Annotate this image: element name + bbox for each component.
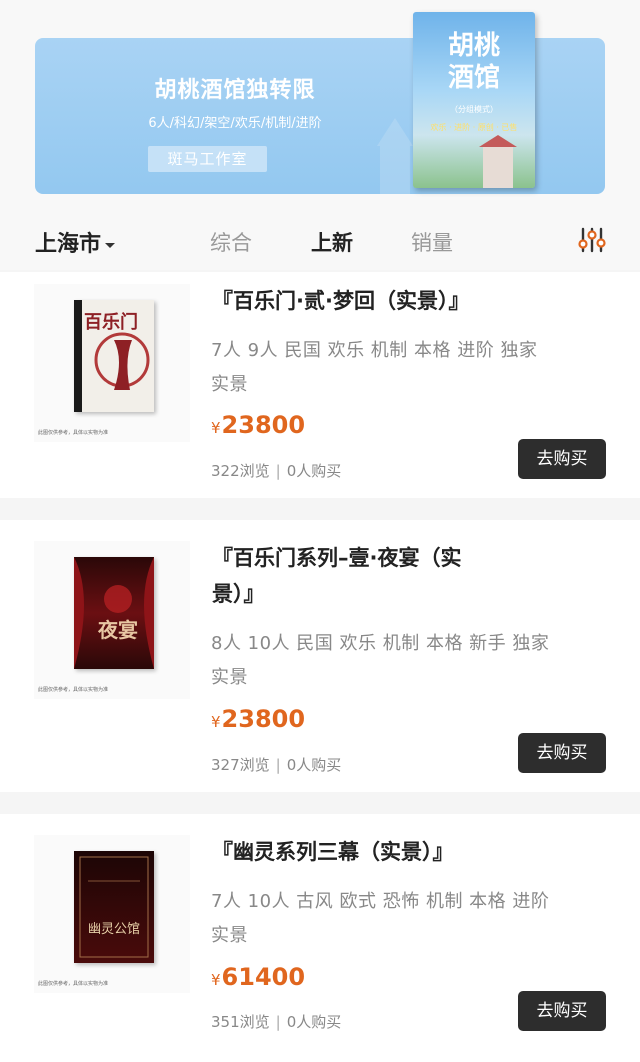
thumbnail-note: 此图仅供参考，具体以实物为准 [38, 981, 109, 987]
price-value: 23800 [221, 705, 306, 733]
thumbnail-note: 此图仅供参考，具体以实物为准 [38, 687, 109, 693]
product-title[interactable]: 『幽灵系列三幕（实景）』 [212, 834, 512, 870]
product-tags: 8人 10人 民国 欢乐 机制 本格 新手 独家 实景 [211, 633, 550, 688]
product-stats: 322浏览 | 0人购买 [211, 460, 341, 481]
house-illustration-icon [479, 135, 517, 188]
view-count: 351浏览 [211, 1013, 270, 1031]
stats-divider: | [275, 462, 281, 480]
product-title[interactable]: 『百乐门系列–壹·夜宴（实景）』 [212, 540, 502, 612]
product-card[interactable]: 夜宴 此图仅供参考，具体以实物为准 『百乐门系列–壹·夜宴（实景）』 8人 10… [0, 520, 640, 792]
city-label: 上海市 [35, 232, 102, 257]
banner-area: 胡桃酒馆独转限 6人/科幻/架空/欢乐/机制/进阶 斑马工作室 胡桃 酒馆 （分… [0, 0, 640, 210]
tab-new[interactable]: 上新 [311, 227, 353, 257]
product-box-image: 幽灵公馆 [74, 851, 154, 963]
buy-button[interactable]: 去购买 [518, 439, 606, 479]
product-price: ¥23800 [211, 411, 305, 439]
thumbnail-note: 此图仅供参考，具体以实物为准 [38, 430, 109, 436]
product-stats: 327浏览 | 0人购买 [211, 754, 341, 775]
product-stats: 351浏览 | 0人购买 [211, 1011, 341, 1032]
buyer-count: 0人购买 [286, 756, 342, 774]
tab-sales[interactable]: 销量 [411, 227, 453, 257]
deco-pattern-icon: 百乐门 [84, 311, 150, 390]
currency-symbol: ¥ [211, 713, 221, 731]
banner-studio-badge: 斑马工作室 [148, 146, 267, 172]
currency-symbol: ¥ [211, 419, 221, 437]
banner-title: 胡桃酒馆独转限 [154, 77, 316, 103]
stats-divider: | [275, 1013, 281, 1031]
product-card[interactable]: 百乐门 此图仅供参考，具体以实物为准 『百乐门·贰·梦回（实景）』 7人 9人 … [0, 272, 640, 498]
filter-bar: 上海市 综合 上新 销量 [0, 210, 640, 270]
book-cover-title: 胡桃 酒馆 [413, 30, 535, 94]
book-cover-subtitle: （分组模式） [450, 105, 498, 114]
deco-pattern-icon: 夜宴 [74, 557, 154, 669]
filter-sliders-icon[interactable] [578, 226, 606, 254]
page: 胡桃酒馆独转限 6人/科幻/架空/欢乐/机制/进阶 斑马工作室 胡桃 酒馆 （分… [0, 0, 640, 1062]
product-tags: 7人 9人 民国 欢乐 机制 本格 进阶 独家 实景 [211, 340, 538, 395]
box-title-text: 百乐门 [84, 311, 138, 333]
product-card[interactable]: 幽灵公馆 此图仅供参考，具体以实物为准 『幽灵系列三幕（实景）』 7人 10人 … [0, 814, 640, 1062]
product-tags: 7人 10人 古风 欧式 恐怖 机制 本格 进阶 实景 [211, 891, 550, 946]
banner-subtitle: 6人/科幻/架空/欢乐/机制/进阶 [148, 116, 322, 131]
box-title-text: 夜宴 [97, 618, 138, 642]
caret-down-icon [105, 242, 116, 248]
product-price: ¥23800 [211, 705, 305, 733]
city-selector[interactable]: 上海市 [35, 226, 116, 258]
product-title[interactable]: 『百乐门·贰·梦回（实景）』 [212, 283, 512, 319]
product-thumbnail[interactable]: 夜宴 此图仅供参考，具体以实物为准 [34, 541, 190, 699]
product-thumbnail[interactable]: 百乐门 此图仅供参考，具体以实物为准 [34, 284, 190, 442]
buyer-count: 0人购买 [286, 1013, 342, 1031]
book-title-line2: 酒馆 [447, 63, 500, 93]
box-title-text: 幽灵公馆 [88, 922, 140, 937]
book-title-line1: 胡桃 [447, 31, 500, 61]
product-thumbnail[interactable]: 幽灵公馆 此图仅供参考，具体以实物为准 [34, 835, 190, 993]
view-count: 327浏览 [211, 756, 270, 774]
currency-symbol: ¥ [211, 971, 221, 989]
buy-button[interactable]: 去购买 [518, 733, 606, 773]
product-box-image: 夜宴 [74, 557, 154, 669]
product-box-image: 百乐门 [74, 300, 154, 412]
product-price: ¥61400 [211, 963, 305, 991]
price-value: 61400 [221, 963, 306, 991]
stats-divider: | [275, 756, 281, 774]
price-value: 23800 [221, 411, 306, 439]
buyer-count: 0人购买 [286, 462, 342, 480]
deco-pattern-icon: 幽灵公馆 [79, 856, 149, 958]
buy-button[interactable]: 去购买 [518, 991, 606, 1031]
book-cover-tags: 欢乐 · 进阶 · 原创 · 已售 [430, 123, 518, 132]
view-count: 322浏览 [211, 462, 270, 480]
tab-comprehensive[interactable]: 综合 [210, 227, 252, 257]
banner-book-cover[interactable]: 胡桃 酒馆 （分组模式） 欢乐 · 进阶 · 原创 · 已售 [413, 12, 535, 188]
